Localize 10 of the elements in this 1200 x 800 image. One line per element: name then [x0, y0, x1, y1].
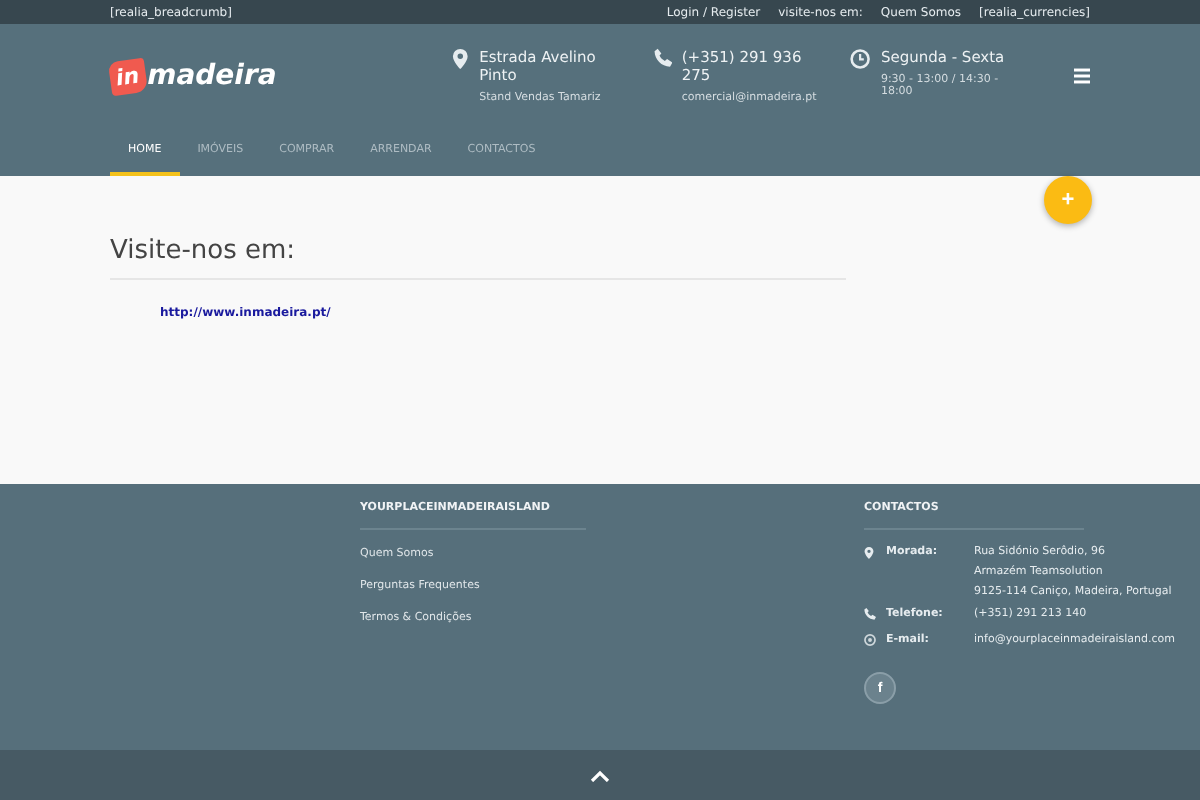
logo-badge[interactable]: in: [107, 56, 148, 96]
location-pin-icon: [864, 546, 874, 560]
page-title: Visite-nos em:: [110, 236, 846, 280]
location-pin-icon: [452, 48, 470, 70]
phone-icon: [653, 48, 672, 68]
clock-icon: [850, 48, 871, 70]
phone-icon: [864, 608, 876, 620]
menu-icon[interactable]: [1073, 68, 1090, 84]
scroll-up-icon[interactable]: [590, 769, 610, 781]
logo-text[interactable]: madeira: [147, 60, 277, 92]
